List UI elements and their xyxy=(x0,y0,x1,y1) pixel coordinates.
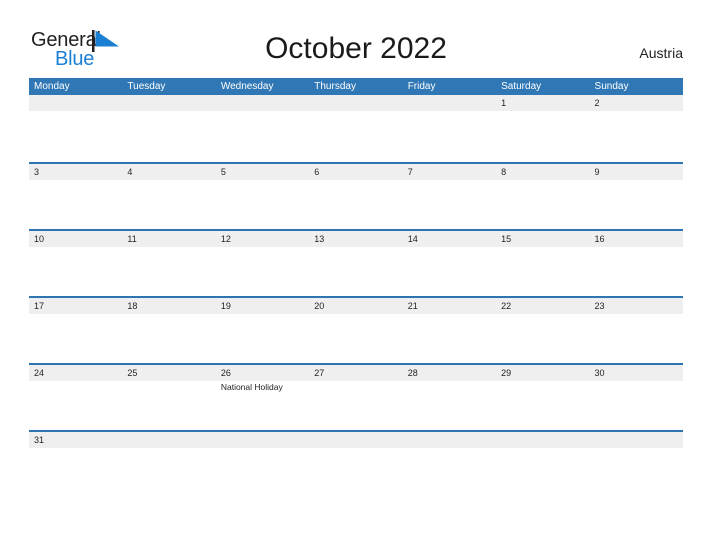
day-cell[interactable]: 4 xyxy=(122,164,215,229)
day-cell[interactable]: 7 xyxy=(403,164,496,229)
weekday-header-sunday: Sunday xyxy=(594,81,629,92)
day-number: 11 xyxy=(127,234,137,244)
day-number: 2 xyxy=(594,98,600,108)
day-number: 20 xyxy=(314,301,325,311)
day-number: 22 xyxy=(501,301,512,311)
day-cell[interactable]: 12 xyxy=(216,231,309,296)
day-cell[interactable]: 11 xyxy=(122,231,215,296)
weekday-header-row: Monday Tuesday Wednesday Thursday Friday… xyxy=(29,78,683,95)
day-number: 29 xyxy=(501,368,512,378)
day-number: 16 xyxy=(594,234,605,244)
calendar-page: General Blue October 2022 Austria Monday… xyxy=(0,0,712,550)
day-cell[interactable] xyxy=(590,432,683,458)
day-number: 1 xyxy=(501,98,507,108)
weekday-header-saturday: Saturday xyxy=(501,81,542,92)
day-number: 14 xyxy=(407,234,418,244)
day-number: 27 xyxy=(314,368,325,378)
day-number: 10 xyxy=(34,234,45,244)
day-cell[interactable]: 13 xyxy=(309,231,402,296)
weekday-header-friday: Friday xyxy=(407,81,436,92)
week-row: 3 4 5 6 7 8 9 xyxy=(29,162,683,229)
day-cell[interactable]: 30 xyxy=(590,365,683,430)
day-number: 7 xyxy=(407,167,413,177)
day-number: 12 xyxy=(220,234,231,244)
day-number: 3 xyxy=(34,167,40,177)
day-cell[interactable]: 24 xyxy=(29,365,122,430)
day-cell[interactable]: 28 xyxy=(403,365,496,430)
day-cell[interactable] xyxy=(122,432,215,458)
day-cell[interactable] xyxy=(122,95,215,162)
day-cell[interactable]: 26 National Holiday xyxy=(216,365,309,430)
weekday-header-wednesday: Wednesday xyxy=(220,81,274,92)
day-number: 26 xyxy=(220,368,231,378)
day-cell[interactable] xyxy=(496,432,589,458)
day-cell[interactable]: 23 xyxy=(590,298,683,363)
day-number: 9 xyxy=(594,167,600,177)
day-number: 15 xyxy=(501,234,512,244)
day-cell[interactable] xyxy=(216,432,309,458)
day-cell[interactable]: 22 xyxy=(496,298,589,363)
day-cell[interactable]: 18 xyxy=(122,298,215,363)
day-cell[interactable] xyxy=(309,432,402,458)
day-cell[interactable]: 1 xyxy=(496,95,589,162)
day-cell[interactable]: 8 xyxy=(496,164,589,229)
day-cell[interactable]: 9 xyxy=(590,164,683,229)
day-cell[interactable]: 21 xyxy=(403,298,496,363)
day-number: 25 xyxy=(127,368,138,378)
day-cell[interactable]: 27 xyxy=(309,365,402,430)
weekday-header-thursday: Thursday xyxy=(314,81,356,92)
week-row: 31 xyxy=(29,430,683,458)
weekday-header-monday: Monday xyxy=(34,81,70,92)
day-number: 24 xyxy=(34,368,45,378)
day-cell[interactable] xyxy=(29,95,122,162)
day-number: 6 xyxy=(314,167,320,177)
day-cell[interactable]: 2 xyxy=(590,95,683,162)
day-number: 8 xyxy=(501,167,507,177)
day-number: 21 xyxy=(407,301,418,311)
country-label: Austria xyxy=(639,45,683,61)
day-cell[interactable]: 16 xyxy=(590,231,683,296)
day-cell[interactable]: 19 xyxy=(216,298,309,363)
weekday-header-tuesday: Tuesday xyxy=(127,81,166,92)
day-number: 30 xyxy=(594,368,605,378)
day-number: 31 xyxy=(34,435,45,445)
day-cell[interactable]: 31 xyxy=(29,432,122,458)
day-number: 17 xyxy=(34,301,45,311)
day-cell[interactable]: 14 xyxy=(403,231,496,296)
day-cell[interactable]: 3 xyxy=(29,164,122,229)
day-number: 18 xyxy=(127,301,138,311)
day-number: 5 xyxy=(220,167,226,177)
week-row: 24 25 26 National Holiday 27 28 29 30 xyxy=(29,363,683,430)
week-row: 1 2 xyxy=(29,95,683,162)
day-number: 13 xyxy=(314,234,325,244)
day-cell[interactable]: 20 xyxy=(309,298,402,363)
day-cell[interactable]: 10 xyxy=(29,231,122,296)
day-cell[interactable] xyxy=(403,432,496,458)
day-cell[interactable]: 29 xyxy=(496,365,589,430)
page-header: General Blue October 2022 Austria xyxy=(0,0,712,76)
day-cell[interactable]: 17 xyxy=(29,298,122,363)
week-row: 10 11 12 13 14 15 16 xyxy=(29,229,683,296)
day-cell[interactable]: 5 xyxy=(216,164,309,229)
page-title: October 2022 xyxy=(265,32,447,65)
week-row: 17 18 19 20 21 22 23 xyxy=(29,296,683,363)
day-cell[interactable]: 6 xyxy=(309,164,402,229)
day-cell[interactable]: 25 xyxy=(122,365,215,430)
day-cell[interactable] xyxy=(309,95,402,162)
day-cell[interactable] xyxy=(216,95,309,162)
calendar-grid: Monday Tuesday Wednesday Thursday Friday… xyxy=(29,78,683,458)
day-number: 19 xyxy=(220,301,231,311)
day-number: 23 xyxy=(594,301,605,311)
day-number: 28 xyxy=(407,368,418,378)
day-cell[interactable]: 15 xyxy=(496,231,589,296)
day-number: 4 xyxy=(127,167,133,177)
day-event-label: National Holiday xyxy=(220,382,283,392)
day-cell[interactable] xyxy=(403,95,496,162)
